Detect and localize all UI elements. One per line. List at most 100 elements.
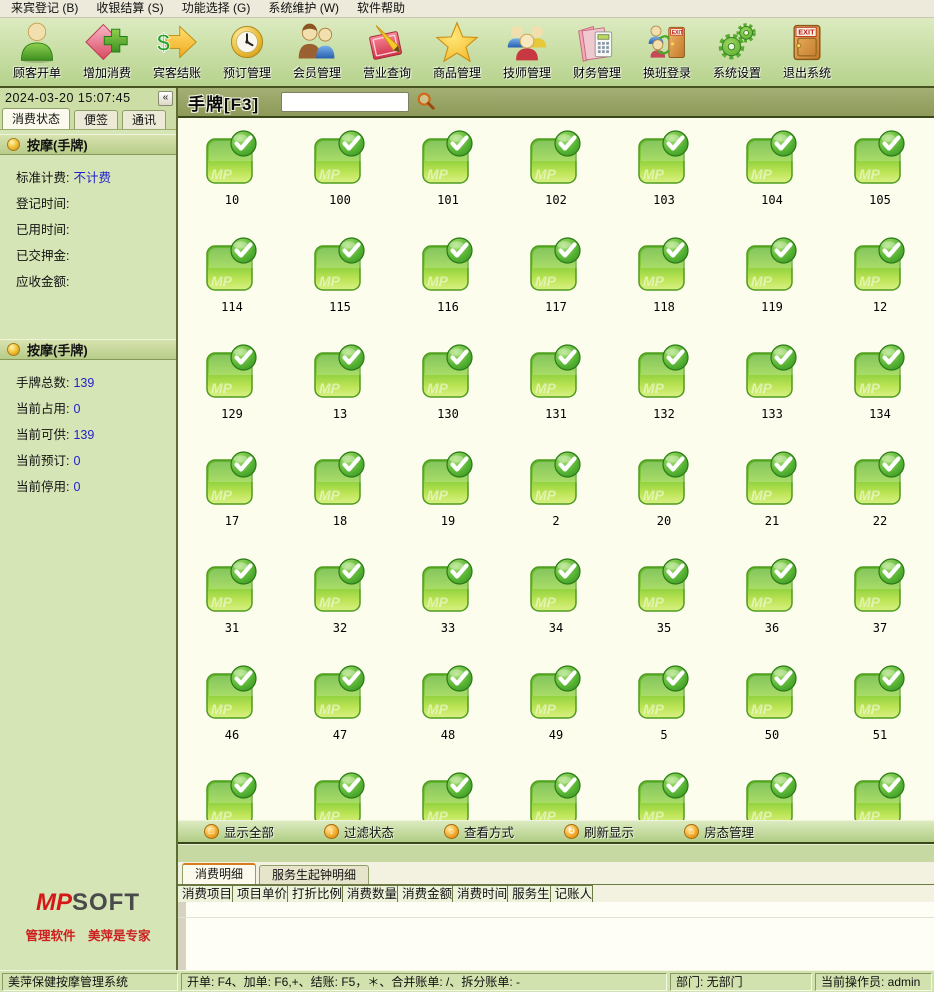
- hand-card[interactable]: [826, 760, 934, 820]
- hand-card-number: 50: [765, 728, 779, 742]
- hand-card[interactable]: 36: [718, 546, 826, 653]
- hand-card[interactable]: 118: [610, 225, 718, 332]
- hand-card[interactable]: 133: [718, 332, 826, 439]
- column-header[interactable]: 打折比例: [288, 885, 343, 903]
- toolbar-button[interactable]: 技师管理: [492, 20, 562, 84]
- hand-card[interactable]: 47: [286, 653, 394, 760]
- hand-card[interactable]: [502, 760, 610, 820]
- hand-card[interactable]: 116: [394, 225, 502, 332]
- hand-card[interactable]: [610, 760, 718, 820]
- count-row-value: 139: [73, 428, 94, 442]
- status-row-label: 应收金额:: [16, 275, 69, 289]
- hand-card[interactable]: 22: [826, 439, 934, 546]
- menu-item[interactable]: 系统维护 (W): [259, 0, 348, 17]
- hand-card[interactable]: 51: [826, 653, 934, 760]
- grid-toolbar-button-label: 显示全部: [224, 822, 274, 841]
- column-header[interactable]: 服务生: [508, 885, 551, 903]
- count-row-label: 当前可供:: [16, 428, 69, 442]
- toolbar-button[interactable]: 商品管理: [422, 20, 492, 84]
- hand-card[interactable]: 102: [502, 118, 610, 225]
- hand-card[interactable]: 132: [610, 332, 718, 439]
- hand-card[interactable]: [178, 760, 286, 820]
- detail-tab[interactable]: 服务生起钟明细: [259, 865, 369, 884]
- hand-card[interactable]: 49: [502, 653, 610, 760]
- hand-card[interactable]: 115: [286, 225, 394, 332]
- menu-item[interactable]: 软件帮助: [348, 0, 414, 17]
- hand-card[interactable]: 10: [178, 118, 286, 225]
- hand-card[interactable]: 34: [502, 546, 610, 653]
- grid-toolbar-button[interactable]: ○ 查看方式: [444, 822, 514, 841]
- sidebar-tab[interactable]: 消费状态: [2, 108, 70, 129]
- hand-card[interactable]: 119: [718, 225, 826, 332]
- grid-toolbar-button[interactable]: ↻ 刷新显示: [564, 822, 634, 841]
- sidebar-tab[interactable]: 便签: [74, 110, 118, 129]
- status-panel-header: 按摩(手牌): [0, 134, 176, 155]
- toolbar-button[interactable]: 营业查询: [352, 20, 422, 84]
- grid-toolbar-button[interactable]: □ 显示全部: [204, 822, 274, 841]
- hand-card[interactable]: 2: [502, 439, 610, 546]
- hand-card[interactable]: 129: [178, 332, 286, 439]
- hand-card[interactable]: 131: [502, 332, 610, 439]
- menu-item[interactable]: 功能选择 (G): [173, 0, 260, 17]
- sidebar-spacer: [0, 295, 176, 335]
- hand-card[interactable]: 35: [610, 546, 718, 653]
- toolbar-button[interactable]: 财务管理: [562, 20, 632, 84]
- detail-table-header: 消费项目 项目单价 打折比例 消费数量 消费金额 消费时间 服务生 记账人: [178, 884, 934, 902]
- toolbar-button[interactable]: 增加消费: [72, 20, 142, 84]
- hand-card[interactable]: 130: [394, 332, 502, 439]
- hand-card[interactable]: 20: [610, 439, 718, 546]
- card-search-input[interactable]: [281, 92, 409, 112]
- hand-card[interactable]: 13: [286, 332, 394, 439]
- hand-card[interactable]: 19: [394, 439, 502, 546]
- toolbar-button[interactable]: 预订管理: [212, 20, 282, 84]
- sidebar-collapse-button[interactable]: «: [158, 91, 173, 106]
- card-available-icon: [528, 237, 584, 293]
- hand-card[interactable]: 50: [718, 653, 826, 760]
- toolbar-button[interactable]: 换班登录: [632, 20, 702, 84]
- hand-card[interactable]: 12: [826, 225, 934, 332]
- hand-card[interactable]: 17: [178, 439, 286, 546]
- count-row: 当前占用:0: [16, 396, 176, 422]
- toolbar-button[interactable]: 宾客结账: [142, 20, 212, 84]
- hand-card[interactable]: 48: [394, 653, 502, 760]
- hand-card[interactable]: 103: [610, 118, 718, 225]
- hand-card[interactable]: 18: [286, 439, 394, 546]
- card-available-icon: [528, 772, 584, 820]
- sidebar-tab[interactable]: 通讯: [122, 110, 166, 129]
- hand-card[interactable]: 134: [826, 332, 934, 439]
- hand-card[interactable]: [286, 760, 394, 820]
- detail-tab[interactable]: 消费明细: [182, 863, 256, 884]
- hand-card[interactable]: 117: [502, 225, 610, 332]
- hand-card[interactable]: 105: [826, 118, 934, 225]
- menu-item[interactable]: 来宾登记 (B): [2, 0, 87, 17]
- toolbar-button[interactable]: 系统设置: [702, 20, 772, 84]
- hand-card[interactable]: 104: [718, 118, 826, 225]
- hand-card[interactable]: 32: [286, 546, 394, 653]
- menu-item[interactable]: 收银结算 (S): [87, 0, 172, 17]
- hand-card[interactable]: 101: [394, 118, 502, 225]
- grid-toolbar-button[interactable]: ⌂ 房态管理: [684, 822, 754, 841]
- hand-card[interactable]: 33: [394, 546, 502, 653]
- grid-toolbar-button[interactable]: ↓ 过滤状态: [324, 822, 394, 841]
- hand-card[interactable]: [718, 760, 826, 820]
- hand-card[interactable]: [394, 760, 502, 820]
- hand-card[interactable]: 37: [826, 546, 934, 653]
- toolbar-button[interactable]: 退出系统: [772, 20, 842, 84]
- hand-card[interactable]: 100: [286, 118, 394, 225]
- toolbar-button[interactable]: 顾客开单: [2, 20, 72, 84]
- column-header[interactable]: 消费金额: [398, 885, 453, 903]
- toolbar-button[interactable]: 会员管理: [282, 20, 352, 84]
- hand-card[interactable]: 46: [178, 653, 286, 760]
- toolbar-icon: [575, 20, 619, 64]
- status-row: 登记时间:: [16, 191, 176, 217]
- hand-card[interactable]: 114: [178, 225, 286, 332]
- hand-card[interactable]: 5: [610, 653, 718, 760]
- column-header[interactable]: 记账人: [551, 885, 594, 903]
- column-header[interactable]: 项目单价: [233, 885, 288, 903]
- search-button[interactable]: [415, 91, 437, 113]
- column-header[interactable]: 消费数量: [343, 885, 398, 903]
- hand-card[interactable]: 31: [178, 546, 286, 653]
- column-header[interactable]: 消费时间: [453, 885, 508, 903]
- hand-card[interactable]: 21: [718, 439, 826, 546]
- column-header[interactable]: 消费项目: [178, 885, 233, 903]
